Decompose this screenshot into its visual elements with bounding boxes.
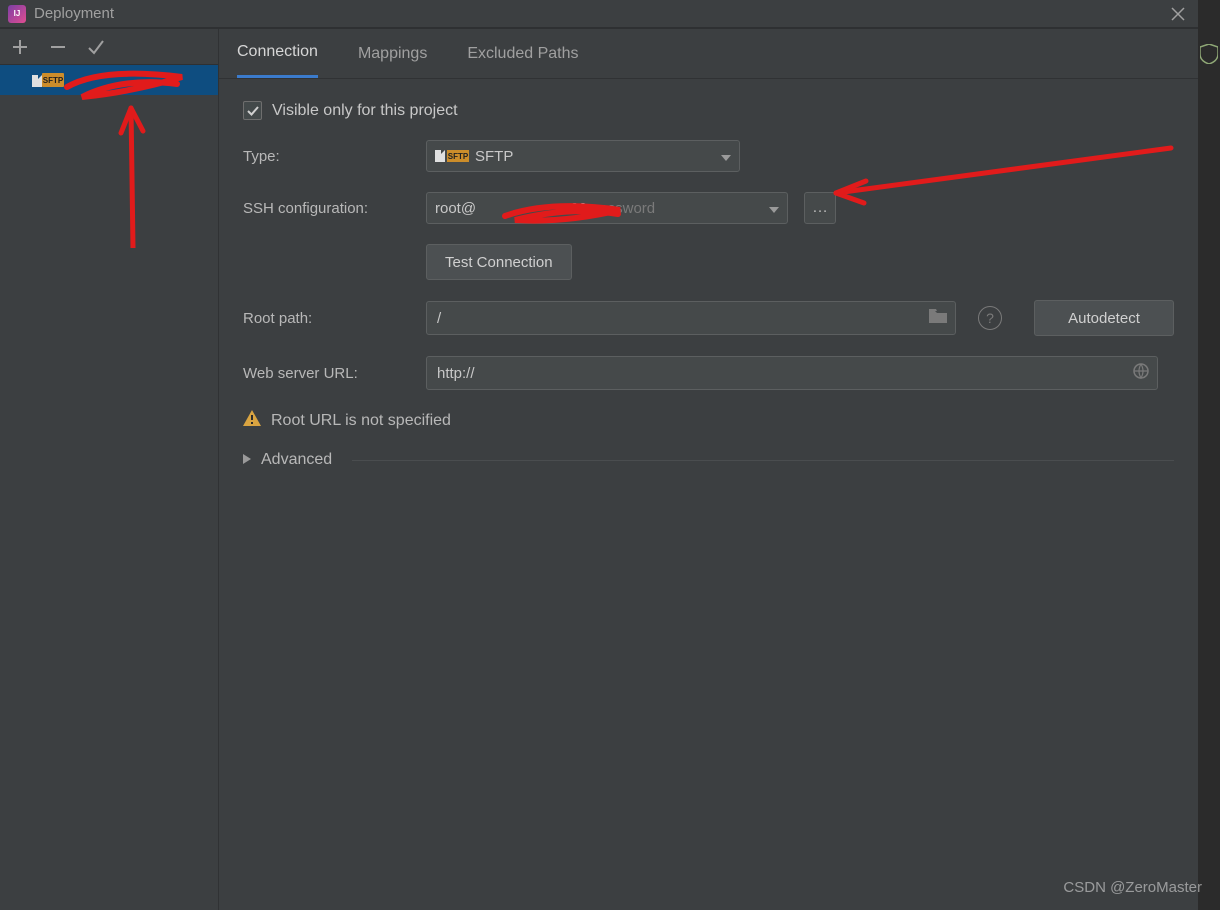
type-value: SFTP bbox=[475, 148, 513, 165]
ssh-value-port: :22 bbox=[566, 200, 587, 217]
chevron-down-icon bbox=[769, 200, 779, 217]
chevron-down-icon bbox=[721, 148, 731, 165]
check-icon bbox=[247, 105, 259, 117]
add-server-button[interactable] bbox=[10, 37, 30, 57]
type-label: Type: bbox=[243, 148, 418, 165]
ssh-config-browse-button[interactable]: … bbox=[804, 192, 836, 224]
server-tree: SFTP (redacted) bbox=[0, 65, 218, 910]
visible-only-checkbox[interactable] bbox=[243, 101, 262, 120]
tab-mappings[interactable]: Mappings bbox=[358, 29, 427, 78]
ssh-config-label: SSH configuration: bbox=[243, 200, 418, 217]
type-dropdown[interactable]: SFTP SFTP bbox=[426, 140, 740, 172]
web-server-url-input[interactable]: http:// bbox=[426, 356, 1158, 390]
visible-only-label: Visible only for this project bbox=[272, 102, 458, 120]
shield-icon[interactable] bbox=[1200, 44, 1218, 64]
set-default-button[interactable] bbox=[86, 37, 106, 57]
warning-icon bbox=[243, 410, 261, 431]
titlebar: IJ Deployment bbox=[0, 0, 1198, 28]
warning-text: Root URL is not specified bbox=[271, 412, 451, 430]
globe-icon[interactable] bbox=[1133, 363, 1149, 383]
settings-pane: Connection Mappings Excluded Paths Visib… bbox=[219, 29, 1198, 910]
close-button[interactable] bbox=[1166, 2, 1190, 26]
root-path-help-button[interactable]: ? bbox=[978, 306, 1002, 330]
ssh-config-dropdown[interactable]: root@ :22 password bbox=[426, 192, 788, 224]
tabbar: Connection Mappings Excluded Paths bbox=[219, 29, 1198, 79]
web-server-url-value: http:// bbox=[437, 365, 475, 382]
root-path-value: / bbox=[437, 310, 441, 327]
folder-icon[interactable] bbox=[929, 309, 947, 327]
autodetect-button[interactable]: Autodetect bbox=[1034, 300, 1174, 336]
close-icon bbox=[1171, 7, 1185, 21]
intellij-icon: IJ bbox=[8, 5, 26, 23]
server-item[interactable]: SFTP (redacted) bbox=[0, 65, 218, 95]
root-path-label: Root path: bbox=[243, 310, 418, 327]
tab-connection[interactable]: Connection bbox=[237, 29, 318, 78]
sftp-icon: SFTP bbox=[435, 150, 469, 162]
remove-server-button[interactable] bbox=[48, 37, 68, 57]
watermark: CSDN @ZeroMaster bbox=[1063, 879, 1202, 896]
server-file-icon bbox=[32, 75, 42, 87]
advanced-toggle[interactable]: Advanced bbox=[243, 451, 1174, 469]
web-server-url-label: Web server URL: bbox=[243, 365, 418, 382]
advanced-label: Advanced bbox=[261, 451, 332, 469]
ide-right-gutter bbox=[1198, 0, 1220, 910]
divider bbox=[352, 460, 1174, 461]
sftp-badge-icon: SFTP bbox=[42, 73, 64, 87]
chevron-right-icon bbox=[243, 451, 251, 469]
tab-excluded-paths[interactable]: Excluded Paths bbox=[467, 29, 578, 78]
ssh-auth-hint: password bbox=[591, 200, 655, 217]
warning-row: Root URL is not specified bbox=[243, 410, 1174, 431]
test-connection-button[interactable]: Test Connection bbox=[426, 244, 572, 280]
ssh-value-prefix: root@ bbox=[435, 200, 476, 217]
root-path-input[interactable]: / bbox=[426, 301, 956, 335]
server-list-pane: SFTP (redacted) bbox=[0, 29, 219, 910]
window-title: Deployment bbox=[34, 5, 1166, 22]
server-list-toolbar bbox=[0, 29, 218, 65]
